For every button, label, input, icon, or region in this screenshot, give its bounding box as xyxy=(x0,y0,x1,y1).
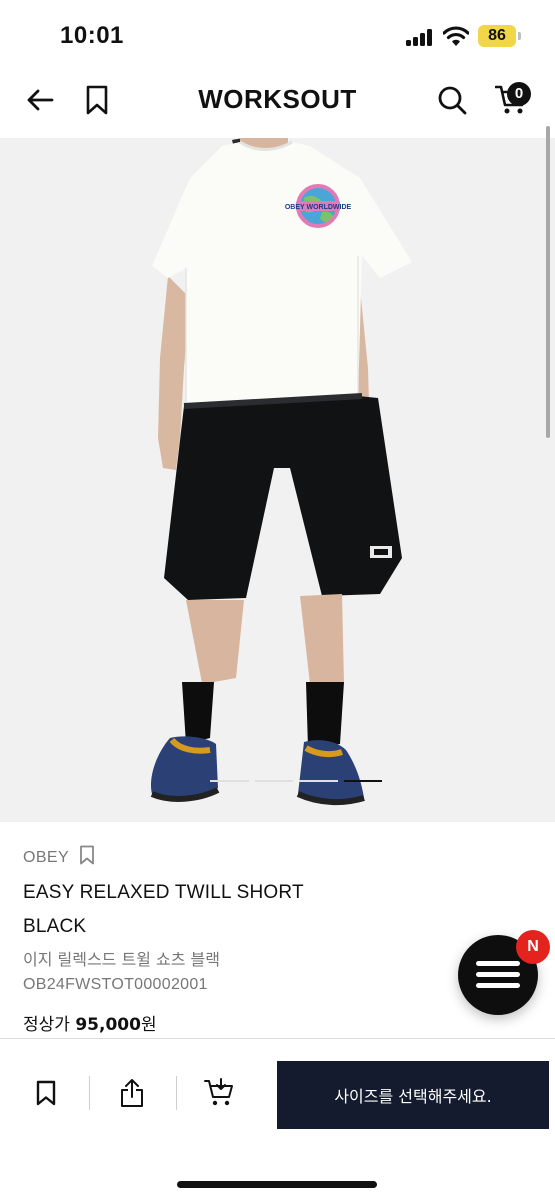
battery-tip xyxy=(518,32,521,40)
price-row: 정상가 95,000원 xyxy=(23,1010,157,1035)
cart-add-icon xyxy=(204,1077,236,1113)
brand-row: OBEY xyxy=(23,845,95,870)
carousel-indicator xyxy=(210,780,382,783)
share-button[interactable] xyxy=(112,1075,152,1115)
divider xyxy=(176,1076,177,1110)
wishlist-button[interactable] xyxy=(26,1075,66,1115)
nav-bar: WORKSOUT xyxy=(0,70,555,136)
bottom-bar-divider xyxy=(0,1038,555,1039)
product-title-line2: BLACK xyxy=(23,916,87,937)
share-icon xyxy=(119,1078,145,1113)
status-time: 10:01 xyxy=(60,22,124,49)
tshirt-print-text: OBEY WORLDWIDE xyxy=(285,204,352,211)
carousel-dot[interactable] xyxy=(254,780,293,782)
signal-icon xyxy=(406,28,436,46)
battery-level: 86 xyxy=(478,25,516,47)
product-name-kr: 이지 릴렉스드 트윌 쇼츠 블랙 xyxy=(23,950,220,969)
price-label: 정상가 xyxy=(23,1015,70,1035)
carousel-dot[interactable] xyxy=(210,780,249,782)
product-sku: OB24FWSTOT00002001 xyxy=(23,976,208,993)
add-to-cart-button[interactable] xyxy=(200,1075,240,1115)
search-icon xyxy=(437,85,467,120)
price-unit: 원 xyxy=(140,1015,157,1035)
brand-bookmark-icon[interactable] xyxy=(79,845,95,870)
select-size-button[interactable]: 사이즈를 선택해주세요. xyxy=(277,1061,549,1129)
home-indicator xyxy=(177,1181,377,1188)
bookmark-icon xyxy=(35,1080,57,1111)
search-button[interactable] xyxy=(430,80,474,124)
product-image-carousel[interactable]: OBEY WORLDWIDE xyxy=(0,138,555,822)
wifi-icon xyxy=(442,25,470,47)
product-title-line1: EASY RELAXED TWILL SHORT xyxy=(23,882,304,903)
divider xyxy=(89,1076,90,1110)
price-value: 95,000 xyxy=(75,1015,141,1035)
status-bar: 10:01 86 xyxy=(0,0,555,70)
carousel-dot[interactable] xyxy=(299,780,338,782)
cart-count-badge: 0 xyxy=(507,82,531,106)
product-photo: OBEY WORLDWIDE xyxy=(150,138,412,806)
scrollbar[interactable] xyxy=(546,126,550,438)
new-badge: N xyxy=(516,930,550,964)
product-brand[interactable]: OBEY xyxy=(23,849,69,867)
carousel-dot-active[interactable] xyxy=(343,780,382,782)
